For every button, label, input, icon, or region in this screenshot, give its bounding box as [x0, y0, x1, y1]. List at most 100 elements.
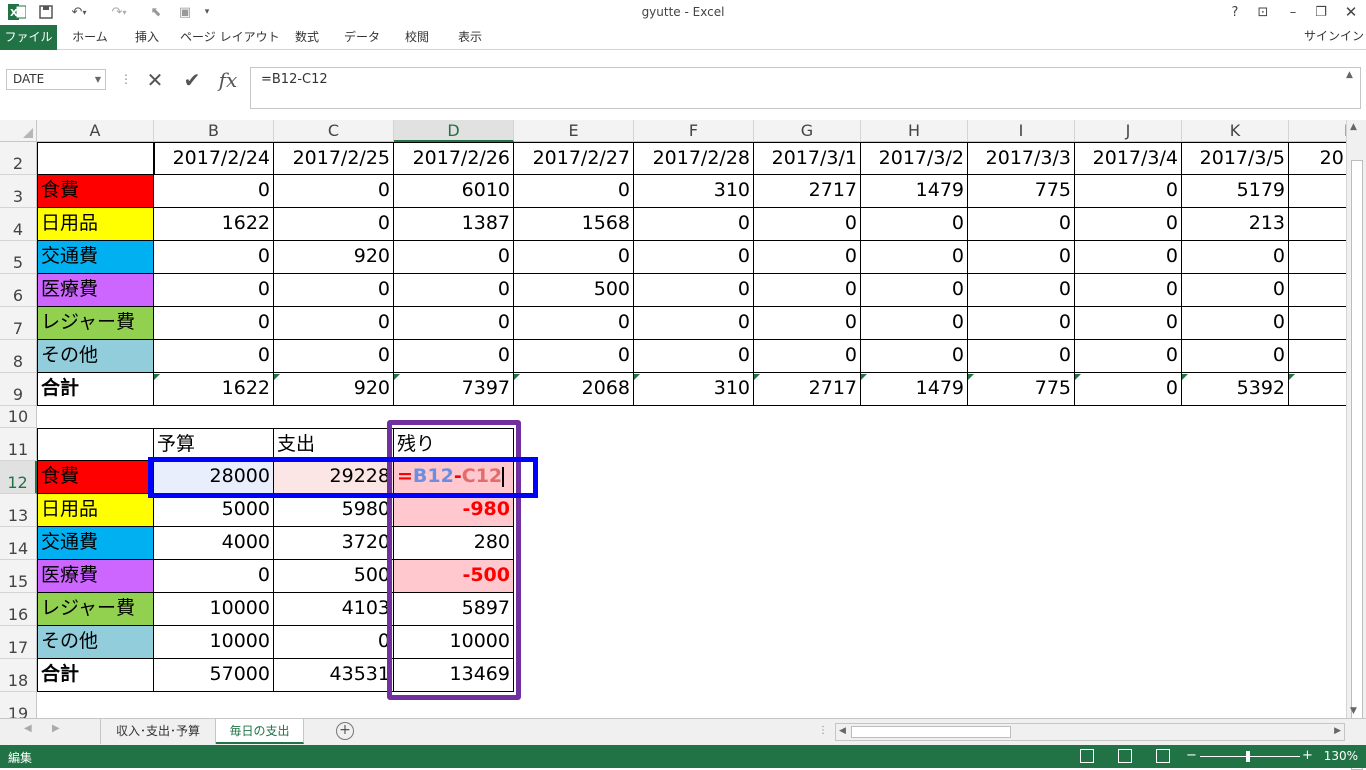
tab-insert[interactable]: 挿入 [124, 25, 170, 50]
formula-bar-expand-icon[interactable]: ▲ [1346, 70, 1353, 80]
column-header-h[interactable]: H [861, 120, 968, 142]
total-value-cell[interactable]: 2717 [754, 373, 861, 406]
daily-value-cell[interactable] [1289, 340, 1346, 373]
daily-value-cell[interactable]: 0 [1075, 175, 1182, 208]
total-value-cell[interactable]: 1622 [154, 373, 274, 406]
daily-value-cell[interactable]: 0 [754, 340, 861, 373]
tab-page-layout[interactable]: ページ レイアウト [180, 25, 280, 50]
daily-value-cell[interactable]: 0 [634, 274, 754, 307]
daily-value-cell[interactable]: 0 [514, 175, 634, 208]
tab-data[interactable]: データ [340, 25, 384, 50]
category-label[interactable]: 医療費 [37, 274, 154, 307]
category-label[interactable]: レジャー費 [37, 307, 154, 340]
tab-formulas[interactable]: 数式 [286, 25, 328, 50]
vertical-scrollbar[interactable]: ▲ ▼ [1346, 120, 1366, 770]
daily-value-cell[interactable]: 0 [754, 307, 861, 340]
row-header-8[interactable]: 8 [0, 340, 37, 373]
horizontal-scroll-thumb[interactable] [851, 726, 1011, 738]
row-header-12[interactable]: 12 [0, 461, 37, 494]
budget-total-cell[interactable]: 57000 [154, 659, 274, 692]
daily-value-cell[interactable]: 0 [154, 340, 274, 373]
daily-value-cell[interactable]: 2717 [754, 175, 861, 208]
add-sheet-icon[interactable]: + [336, 722, 354, 740]
undo-icon[interactable]: ↶ ▾ [64, 3, 94, 21]
close-icon[interactable]: ✕ [1338, 2, 1364, 22]
column-header-f[interactable]: F [634, 120, 754, 142]
daily-value-cell[interactable]: 0 [634, 307, 754, 340]
category-label[interactable]: 医療費 [37, 560, 154, 593]
date-cell[interactable]: 2017/2/26 [394, 142, 514, 175]
daily-value-cell[interactable]: 920 [274, 241, 394, 274]
category-label[interactable]: 交通費 [37, 241, 154, 274]
daily-value-cell[interactable]: 0 [861, 307, 968, 340]
daily-value-cell[interactable]: 0 [514, 340, 634, 373]
daily-value-cell[interactable]: 213 [1182, 208, 1289, 241]
date-cell[interactable]: 2017/3/6 [1289, 142, 1346, 175]
daily-value-cell[interactable]: 0 [861, 208, 968, 241]
daily-value-cell[interactable]: 0 [274, 307, 394, 340]
select-all-corner[interactable] [0, 120, 37, 142]
scroll-up-icon[interactable]: ▲ [1350, 122, 1357, 132]
daily-value-cell[interactable]: 0 [514, 241, 634, 274]
total-value-cell[interactable]: 2068 [514, 373, 634, 406]
sign-in-link[interactable]: サインイン [1304, 27, 1364, 44]
daily-value-cell[interactable]: 310 [634, 175, 754, 208]
spent-cell[interactable]: 4103 [274, 593, 394, 626]
tab-home[interactable]: ホーム [66, 25, 114, 50]
budget-cell[interactable]: 10000 [154, 593, 274, 626]
daily-value-cell[interactable]: 0 [1075, 208, 1182, 241]
total-value-cell[interactable]: 7397 [394, 373, 514, 406]
category-label[interactable]: 日用品 [37, 494, 154, 527]
daily-value-cell[interactable]: 0 [1182, 241, 1289, 274]
row-header-9[interactable]: 9 [0, 373, 37, 406]
total-value-cell[interactable]: 1479 [861, 373, 968, 406]
column-header-a[interactable]: A [37, 120, 154, 142]
spent-total-cell[interactable]: 43531 [274, 659, 394, 692]
tab-review[interactable]: 校閲 [396, 25, 438, 50]
scroll-left-icon[interactable]: ◀ [839, 726, 846, 736]
date-cell[interactable]: 2017/3/4 [1075, 142, 1182, 175]
tab-view[interactable]: 表示 [450, 25, 490, 50]
cancel-entry-icon[interactable]: ✕ [140, 68, 170, 92]
row-header-3[interactable]: 3 [0, 175, 37, 208]
daily-value-cell[interactable]: 0 [274, 208, 394, 241]
column-header-d[interactable]: D [394, 120, 514, 142]
confirm-entry-icon[interactable]: ✔ [177, 68, 207, 92]
daily-value-cell[interactable] [1289, 274, 1346, 307]
formula-input[interactable]: =B12-C12 [250, 67, 1361, 109]
total-label[interactable]: 合計 [37, 659, 154, 692]
daily-value-cell[interactable] [1289, 307, 1346, 340]
daily-value-cell[interactable]: 0 [274, 274, 394, 307]
row-header-7[interactable]: 7 [0, 307, 37, 340]
camera-icon[interactable]: ▣ [174, 3, 196, 21]
daily-value-cell[interactable]: 500 [514, 274, 634, 307]
daily-value-cell[interactable]: 0 [861, 340, 968, 373]
date-cell[interactable]: 2017/2/25 [274, 142, 394, 175]
spent-cell[interactable]: 0 [274, 626, 394, 659]
sheet-tab-daily[interactable]: 毎日の支出 [216, 719, 304, 744]
help-icon[interactable]: ? [1222, 2, 1248, 22]
total-value-cell[interactable]: 310 [634, 373, 754, 406]
scroll-right-icon[interactable]: ▶ [1334, 726, 1341, 736]
total-value-cell[interactable]: 5392 [1182, 373, 1289, 406]
daily-value-cell[interactable] [1289, 175, 1346, 208]
zoom-out-icon[interactable]: − [1186, 748, 1197, 763]
pointer-icon[interactable]: ⬉ [146, 3, 166, 21]
column-header-g[interactable]: G [754, 120, 861, 142]
daily-value-cell[interactable]: 0 [861, 241, 968, 274]
spent-cell[interactable]: 500 [274, 560, 394, 593]
daily-value-cell[interactable]: 0 [1075, 274, 1182, 307]
daily-value-cell[interactable]: 0 [634, 208, 754, 241]
daily-value-cell[interactable]: 0 [754, 274, 861, 307]
column-header-e[interactable]: E [514, 120, 634, 142]
date-cell[interactable]: 2017/3/5 [1182, 142, 1289, 175]
daily-value-cell[interactable]: 0 [154, 307, 274, 340]
row-header-15[interactable]: 15 [0, 560, 37, 593]
daily-value-cell[interactable]: 5179 [1182, 175, 1289, 208]
daily-value-cell[interactable]: 0 [1075, 340, 1182, 373]
row-header-16[interactable]: 16 [0, 593, 37, 626]
spent-cell[interactable]: 5980 [274, 494, 394, 527]
restore-icon[interactable]: ❐ [1308, 2, 1334, 22]
daily-value-cell[interactable]: 0 [634, 340, 754, 373]
daily-value-cell[interactable]: 0 [1182, 340, 1289, 373]
